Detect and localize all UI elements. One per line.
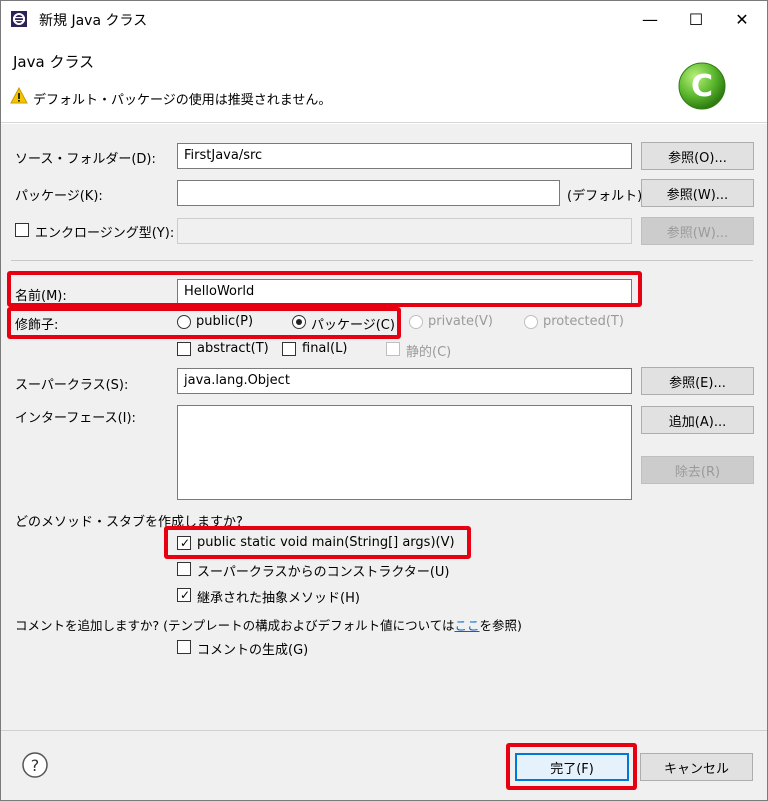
logo-letter: C	[691, 69, 713, 104]
inherited-methods-label: 継承された抽象メソッド(H)	[197, 591, 360, 606]
source-folder-label: ソース・フォルダー(D):	[15, 152, 156, 167]
enclosing-type-input[interactable]	[177, 218, 632, 244]
separator	[11, 260, 753, 261]
main-method-checkbox[interactable]: ✓	[177, 536, 191, 550]
dialog-footer: ? 完了(F) キャンセル	[1, 730, 767, 800]
final-label: final(L)	[302, 341, 348, 356]
abstract-label: abstract(T)	[197, 341, 269, 356]
enclosing-type-label: エンクロージング型(Y):	[35, 226, 175, 241]
modifier-private-label: private(V)	[428, 314, 493, 329]
wizard-message: デフォルト・パッケージの使用は推奨されません。	[33, 93, 332, 108]
static-label: 静的(C)	[406, 345, 452, 360]
source-folder-input[interactable]: FirstJava/src	[177, 143, 632, 169]
comments-question-text: コメントを追加しますか? (テンプレートの構成およびデフォルト値については	[15, 618, 455, 633]
finish-button[interactable]: 完了(F)	[515, 753, 629, 781]
help-glyph: ?	[31, 756, 40, 775]
package-input[interactable]	[177, 180, 560, 206]
title-bar[interactable]: 新規 Java クラス — ☐ ✕	[1, 1, 767, 37]
form-area: ソース・フォルダー(D): FirstJava/src 参照(O)... パッケ…	[1, 124, 767, 730]
java-class-logo-icon: C	[678, 62, 726, 110]
modifier-public-label: public(P)	[196, 314, 254, 329]
modifier-package-label: パッケージ(C)	[311, 318, 395, 333]
constructors-checkbox[interactable]	[177, 562, 191, 576]
inherited-methods-checkbox[interactable]: ✓	[177, 588, 191, 602]
warning-icon	[10, 87, 28, 104]
browse-enclosing-type-button[interactable]: 参照(W)...	[641, 217, 754, 245]
window-title: 新規 Java クラス	[39, 13, 148, 29]
generate-comments-label: コメントの生成(G)	[197, 643, 309, 658]
minimize-button[interactable]: —	[627, 1, 673, 37]
package-default-label: (デフォルト)	[567, 189, 643, 204]
modifier-protected-radio[interactable]	[524, 315, 538, 329]
package-label: パッケージ(K):	[15, 189, 103, 204]
maximize-button[interactable]: ☐	[673, 1, 719, 37]
add-interface-button[interactable]: 追加(A)...	[641, 406, 754, 434]
comments-question-suffix: を参照)	[479, 618, 522, 633]
new-java-class-dialog: 新規 Java クラス — ☐ ✕ Java クラス デフォルト・パッケージの使…	[0, 0, 768, 801]
generate-comments-checkbox[interactable]	[177, 640, 191, 654]
modifier-package-radio[interactable]	[292, 315, 306, 329]
wizard-header: Java クラス デフォルト・パッケージの使用は推奨されません。 C	[1, 37, 767, 123]
remove-interface-button[interactable]: 除去(R)	[641, 456, 754, 484]
main-method-label: public static void main(String[] args)(V…	[197, 535, 455, 550]
radio-selected-dot	[296, 319, 302, 325]
enclosing-type-checkbox[interactable]	[15, 223, 29, 237]
modifier-protected-label: protected(T)	[543, 314, 624, 329]
modifiers-label: 修飾子:	[15, 318, 59, 333]
eclipse-app-icon	[11, 11, 27, 27]
close-button[interactable]: ✕	[719, 1, 765, 37]
template-settings-link[interactable]: ここ	[455, 618, 480, 633]
comments-question: コメントを追加しますか? (テンプレートの構成およびデフォルト値についてはここを…	[15, 615, 522, 634]
constructors-label: スーパークラスからのコンストラクター(U)	[197, 565, 450, 580]
browse-package-button[interactable]: 参照(W)...	[641, 179, 754, 207]
wizard-title: Java クラス	[13, 53, 95, 71]
static-checkbox[interactable]	[386, 342, 400, 356]
help-icon[interactable]: ?	[21, 751, 49, 779]
check-mark-icon: ✓	[180, 588, 191, 602]
abstract-checkbox[interactable]	[177, 342, 191, 356]
superclass-label: スーパークラス(S):	[15, 378, 129, 393]
modifier-private-radio[interactable]	[409, 315, 423, 329]
browse-superclass-button[interactable]: 参照(E)...	[641, 367, 754, 395]
check-mark-icon: ✓	[180, 536, 191, 550]
final-checkbox[interactable]	[282, 342, 296, 356]
class-name-input[interactable]: HelloWorld	[177, 279, 632, 305]
modifier-public-radio[interactable]	[177, 315, 191, 329]
superclass-input[interactable]: java.lang.Object	[177, 368, 632, 394]
cancel-button[interactable]: キャンセル	[640, 753, 753, 781]
method-stubs-question: どのメソッド・スタブを作成しますか?	[15, 515, 243, 530]
interfaces-label: インターフェース(I):	[15, 411, 136, 426]
browse-source-folder-button[interactable]: 参照(O)...	[641, 142, 754, 170]
interfaces-list[interactable]	[177, 405, 632, 500]
name-label: 名前(M):	[15, 289, 67, 304]
